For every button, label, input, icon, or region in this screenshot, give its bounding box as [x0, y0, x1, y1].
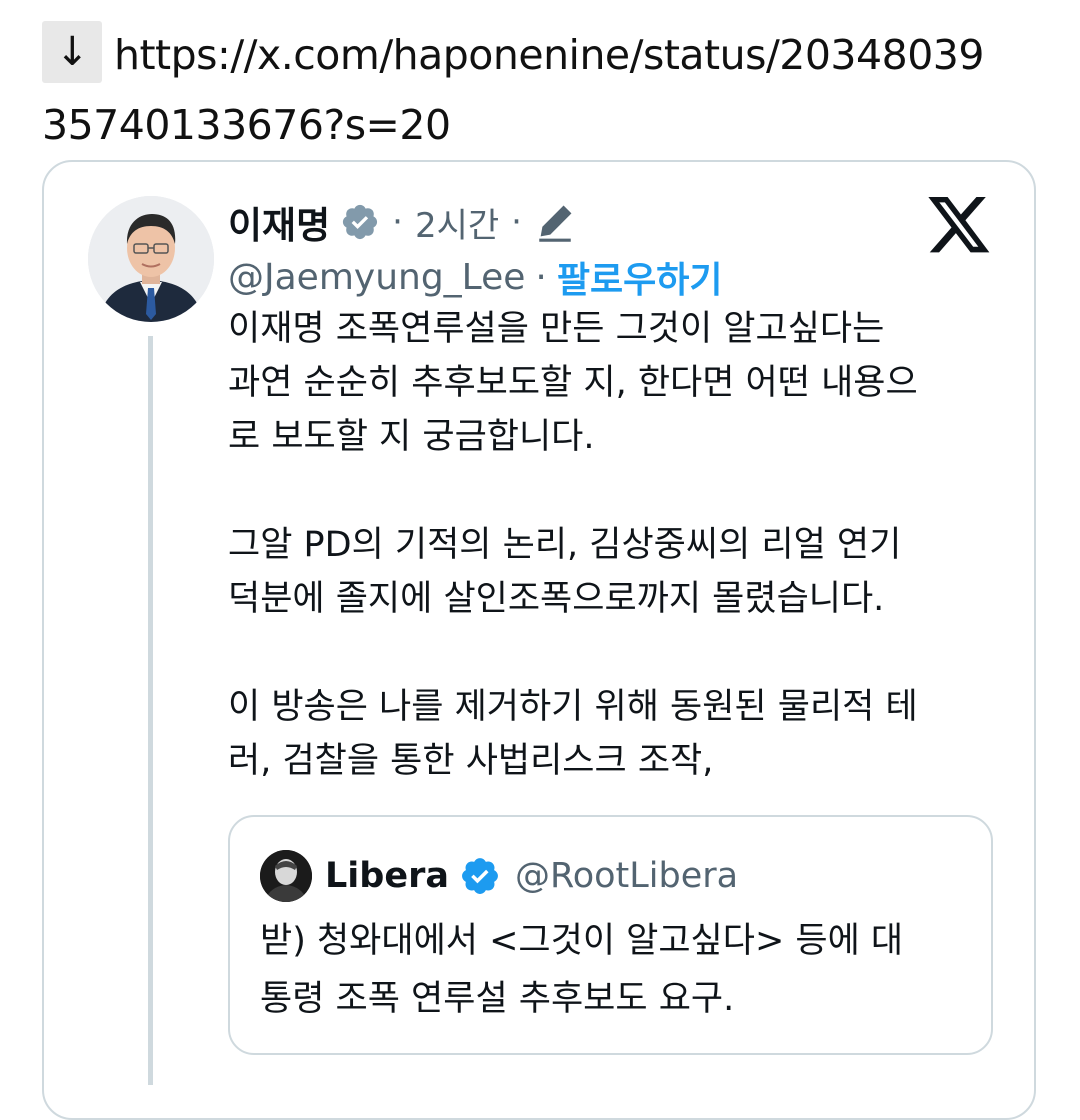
quoted-author-avatar[interactable] [260, 850, 312, 902]
tweet-line: 과연 순순히 추후보도할 지, 한다면 어떤 내용으 [228, 363, 918, 403]
tweet-body: 이재명 조폭연루설을 만든 그것이 알고싶다는 과연 순순히 추후보도할 지, … [228, 302, 998, 788]
tweet-line: 덕분에 졸지에 살인조폭으로까지 몰렸습니다. [228, 579, 885, 619]
pencil-icon[interactable] [534, 201, 576, 243]
follow-button[interactable]: 팔로우하기 [557, 251, 723, 303]
author-handle[interactable]: @Jaemyung_Lee [228, 257, 525, 298]
tweet-line: 이 방송은 나를 제거하기 위해 동원된 물리적 테 [228, 687, 918, 727]
author-display-name[interactable]: 이재명 [228, 195, 330, 249]
thread-connector-line [148, 336, 153, 1085]
author-handle-row: @Jaemyung_Lee · 팔로우하기 [228, 249, 722, 305]
author-portrait-icon [88, 196, 214, 322]
masked-figure-icon [260, 850, 312, 902]
quoted-line: 받) 청와대에서 <그것이 알고싶다> 등에 대 [260, 921, 904, 961]
link-url-line1[interactable]: https://x.com/haponenine/status/20348039 [114, 31, 984, 79]
separator-dot: · [511, 202, 522, 242]
author-name-row: 이재명 · 2시간 · [228, 192, 576, 252]
tweet-link[interactable]: ↓ https://x.com/haponenine/status/2034803… [42, 20, 1042, 160]
quoted-tweet-body: 받) 청와대에서 <그것이 알고싶다> 등에 대 통령 조폭 연루설 추후보도 … [260, 912, 980, 1028]
tweet-line: 이재명 조폭연루설을 만든 그것이 알고싶다는 [228, 309, 885, 349]
tweet-line: 로 보도할 지 궁금합니다. [228, 417, 595, 457]
tweet-time[interactable]: 2시간 [415, 198, 499, 247]
author-avatar[interactable] [88, 196, 214, 322]
quoted-line: 통령 조폭 연루설 추후보도 요구. [260, 979, 735, 1019]
quoted-handle[interactable]: @RootLibera [515, 856, 738, 896]
download-arrow-icon: ↓ [42, 21, 102, 83]
link-url-line2[interactable]: 35740133676?s=20 [42, 101, 451, 149]
tweet-line: 러, 검찰을 통한 사법리스크 조작, [228, 741, 714, 781]
separator-dot: · [535, 256, 547, 298]
x-logo-icon[interactable] [928, 197, 992, 255]
tweet-line: 그알 PD의 기적의 논리, 김상중씨의 리얼 연기 [228, 525, 902, 565]
blue-verified-badge-icon [459, 855, 501, 897]
quoted-author-row: Libera @RootLibera [325, 848, 738, 904]
quoted-display-name[interactable]: Libera [325, 856, 449, 896]
separator-dot: · [392, 202, 403, 242]
gray-verified-badge-icon [340, 202, 380, 242]
